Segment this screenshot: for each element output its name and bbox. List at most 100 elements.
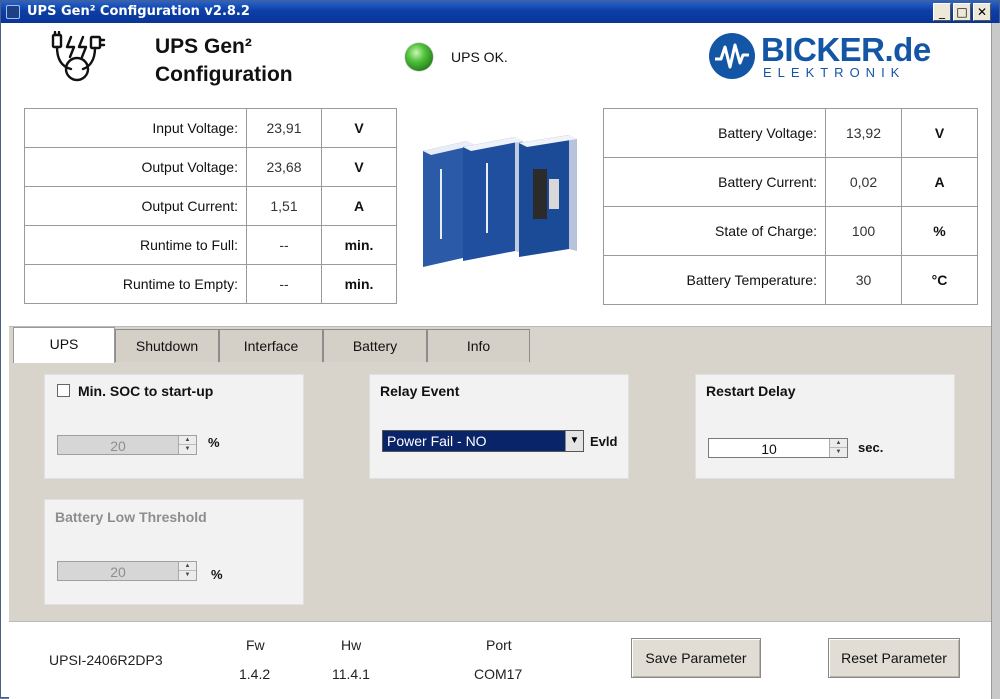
app-icon bbox=[6, 5, 20, 19]
device-model: UPSI-2406R2DP3 bbox=[49, 652, 163, 668]
measure-label: Battery Voltage: bbox=[603, 108, 826, 158]
battery-low-title: Battery Low Threshold bbox=[55, 509, 207, 525]
fw-value: 1.4.2 bbox=[239, 666, 271, 682]
measure-label: Runtime to Full: bbox=[24, 225, 247, 265]
spin-up-icon[interactable]: ▲ bbox=[830, 439, 847, 448]
tab-shutdown[interactable]: Shutdown bbox=[115, 329, 219, 363]
measure-unit: V bbox=[901, 108, 978, 158]
measure-unit: min. bbox=[321, 264, 397, 304]
measure-value: 23,91 bbox=[246, 108, 322, 148]
reset-parameter-button[interactable]: Reset Parameter bbox=[828, 638, 960, 678]
measure-label: Battery Current: bbox=[603, 157, 826, 207]
min-soc-checkbox[interactable] bbox=[57, 384, 70, 397]
measure-label: Runtime to Empty: bbox=[24, 264, 247, 304]
fw-label: Fw bbox=[246, 637, 265, 653]
output-measurements-table: Input Voltage: 23,91 V Output Voltage: 2… bbox=[24, 108, 397, 304]
min-soc-group: Min. SOC to start-up 20 ▲ ▼ % bbox=[44, 374, 304, 479]
spinner-buttons[interactable]: ▲ ▼ bbox=[178, 436, 196, 454]
table-row: Input Voltage: 23,91 V bbox=[24, 108, 397, 148]
spin-down-icon[interactable]: ▼ bbox=[179, 445, 196, 454]
chevron-down-icon[interactable]: ▼ bbox=[565, 431, 583, 451]
measure-unit: V bbox=[321, 108, 397, 148]
tab-info[interactable]: Info bbox=[427, 329, 530, 363]
measure-value: 1,51 bbox=[246, 186, 322, 226]
brand-logo: BICKER.de ELEKTRONIK bbox=[709, 31, 939, 83]
measure-label: Output Voltage: bbox=[24, 147, 247, 187]
restart-delay-unit: sec. bbox=[858, 440, 884, 455]
relay-event-group: Relay Event Power Fail - NO ▼ Evld bbox=[369, 374, 629, 479]
app-title-line2: Configuration bbox=[155, 63, 293, 86]
save-parameter-button[interactable]: Save Parameter bbox=[631, 638, 761, 678]
measure-label: State of Charge: bbox=[603, 206, 826, 256]
table-row: Battery Current: 0,02 A bbox=[603, 157, 978, 207]
measure-value: -- bbox=[246, 264, 322, 304]
battery-low-group: Battery Low Threshold 20 ▲ ▼ % bbox=[44, 499, 304, 605]
power-plug-icon bbox=[51, 31, 106, 82]
measure-value: 23,68 bbox=[246, 147, 322, 187]
measure-value: 0,02 bbox=[825, 157, 902, 207]
minimize-button[interactable]: _ bbox=[933, 3, 951, 21]
brand-name: BICKER.de bbox=[761, 31, 931, 68]
port-value: COM17 bbox=[474, 666, 523, 682]
measure-value: 13,92 bbox=[825, 108, 902, 158]
measure-unit: °C bbox=[901, 255, 978, 305]
spinner-buttons[interactable]: ▲ ▼ bbox=[178, 562, 196, 580]
status-text: UPS OK. bbox=[451, 49, 508, 65]
product-image bbox=[423, 135, 577, 267]
min-soc-value: 20 bbox=[110, 438, 126, 454]
min-soc-unit: % bbox=[208, 435, 220, 450]
brand-wave-icon bbox=[709, 33, 755, 79]
window-title: UPS Gen² Configuration v2.8.2 bbox=[27, 4, 250, 19]
app-title-line1: UPS Gen² bbox=[155, 35, 252, 58]
scrollbar-strip bbox=[991, 23, 1000, 699]
brand-subtitle: ELEKTRONIK bbox=[763, 65, 906, 80]
spin-up-icon[interactable]: ▲ bbox=[179, 562, 196, 571]
app-title: UPS Gen² Configuration bbox=[155, 33, 293, 89]
status-led-icon bbox=[405, 43, 433, 71]
spin-up-icon[interactable]: ▲ bbox=[179, 436, 196, 445]
battery-low-unit: % bbox=[211, 567, 223, 582]
measure-label: Output Current: bbox=[24, 186, 247, 226]
port-label: Port bbox=[486, 637, 512, 653]
measure-unit: min. bbox=[321, 225, 397, 265]
app-window: UPS Gen² Configuration v2.8.2 _ □ ✕ UPS … bbox=[0, 0, 1000, 699]
close-button[interactable]: ✕ bbox=[973, 3, 991, 21]
table-row: Output Voltage: 23,68 V bbox=[24, 147, 397, 187]
title-bar[interactable]: UPS Gen² Configuration v2.8.2 _ □ ✕ bbox=[1, 1, 999, 23]
relay-event-suffix: Evld bbox=[590, 434, 618, 449]
restart-delay-spinner[interactable]: 10 ▲ ▼ bbox=[708, 438, 848, 458]
hw-label: Hw bbox=[341, 637, 362, 653]
spinner-buttons[interactable]: ▲ ▼ bbox=[829, 439, 847, 457]
measure-unit: A bbox=[321, 186, 397, 226]
battery-low-spinner[interactable]: 20 ▲ ▼ bbox=[57, 561, 197, 581]
maximize-button[interactable]: □ bbox=[953, 3, 971, 21]
restart-delay-group: Restart Delay 10 ▲ ▼ sec. bbox=[695, 374, 955, 479]
table-row: Output Current: 1,51 A bbox=[24, 186, 397, 226]
table-row: State of Charge: 100 % bbox=[603, 206, 978, 256]
restart-delay-title: Restart Delay bbox=[706, 383, 796, 399]
measure-value: 100 bbox=[825, 206, 902, 256]
table-row: Battery Voltage: 13,92 V bbox=[603, 108, 978, 158]
relay-event-title: Relay Event bbox=[380, 383, 460, 399]
spin-down-icon[interactable]: ▼ bbox=[179, 571, 196, 580]
relay-event-selected: Power Fail - NO bbox=[387, 433, 487, 449]
relay-event-select[interactable]: Power Fail - NO ▼ bbox=[382, 430, 584, 452]
min-soc-spinner[interactable]: 20 ▲ ▼ bbox=[57, 435, 197, 455]
min-soc-label: Min. SOC to start-up bbox=[78, 383, 214, 399]
measure-value: 30 bbox=[825, 255, 902, 305]
measure-unit: A bbox=[901, 157, 978, 207]
table-row: Runtime to Empty: -- min. bbox=[24, 264, 397, 304]
tab-interface[interactable]: Interface bbox=[219, 329, 323, 363]
restart-delay-value: 10 bbox=[761, 441, 777, 457]
tab-ups[interactable]: UPS bbox=[13, 327, 115, 363]
battery-low-value: 20 bbox=[110, 564, 126, 580]
spin-down-icon[interactable]: ▼ bbox=[830, 448, 847, 457]
measure-label: Input Voltage: bbox=[24, 108, 247, 148]
table-row: Runtime to Full: -- min. bbox=[24, 225, 397, 265]
measure-label: Battery Temperature: bbox=[603, 255, 826, 305]
table-row: Battery Temperature: 30 °C bbox=[603, 255, 978, 305]
battery-measurements-table: Battery Voltage: 13,92 V Battery Current… bbox=[603, 108, 978, 305]
tab-battery[interactable]: Battery bbox=[323, 329, 427, 363]
hw-value: 11.4.1 bbox=[332, 666, 370, 682]
measure-value: -- bbox=[246, 225, 322, 265]
